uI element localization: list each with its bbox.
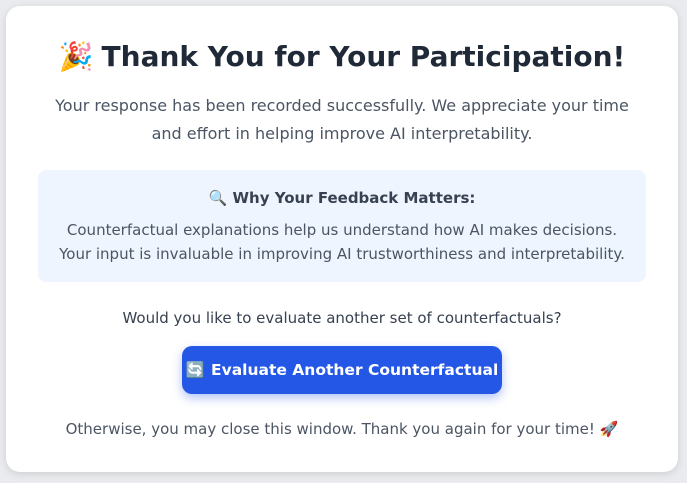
closing-message: Otherwise, you may close this window. Th… xyxy=(6,420,678,438)
page-title: 🎉 Thank You for Your Participation! xyxy=(6,40,678,73)
refresh-icon: 🔄 xyxy=(185,361,206,379)
thank-you-card: 🎉 Thank You for Your Participation! Your … xyxy=(6,6,678,472)
feedback-info-box: 🔍 Why Your Feedback Matters: Counterfact… xyxy=(38,170,646,282)
rocket-icon: 🚀 xyxy=(599,420,619,438)
info-heading-text: Why Your Feedback Matters: xyxy=(232,189,476,207)
evaluate-another-label: Evaluate Another Counterfactual xyxy=(211,361,499,379)
party-popper-icon: 🎉 xyxy=(58,40,94,73)
info-heading: 🔍 Why Your Feedback Matters: xyxy=(38,189,646,207)
magnifier-icon: 🔍 xyxy=(208,189,228,207)
confirmation-message: Your response has been recorded successf… xyxy=(55,96,629,143)
info-body: Counterfactual explanations help us unde… xyxy=(59,221,625,263)
title-text: Thank You for Your Participation! xyxy=(101,40,626,73)
evaluate-again-question: Would you like to evaluate another set o… xyxy=(122,309,562,327)
closing-text: Otherwise, you may close this window. Th… xyxy=(65,420,595,438)
evaluate-another-button[interactable]: 🔄 Evaluate Another Counterfactual xyxy=(182,346,502,394)
